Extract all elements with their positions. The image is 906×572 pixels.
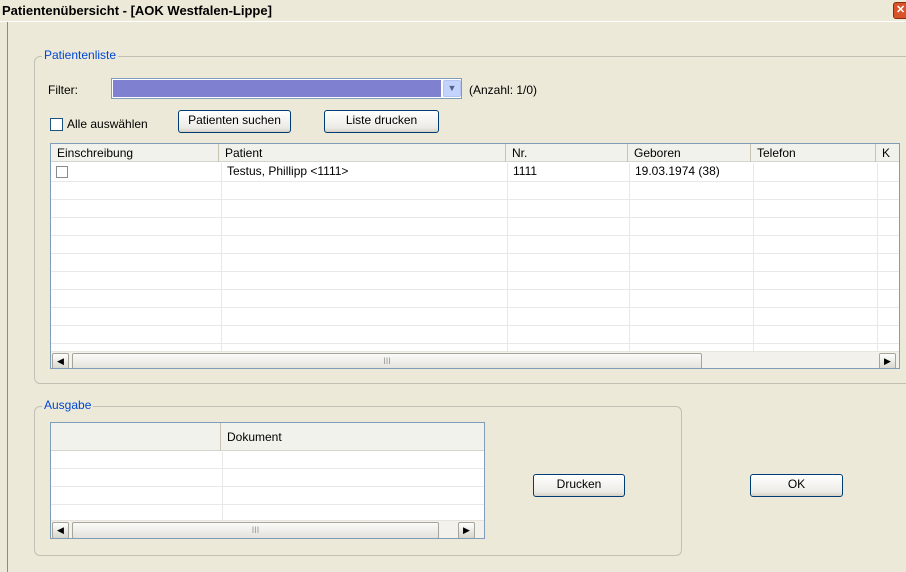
column-telefon[interactable]: Telefon — [751, 144, 876, 162]
grid-line — [753, 163, 754, 351]
scroll-thumb[interactable]: III — [72, 353, 702, 368]
grid-line — [51, 504, 484, 505]
cell-geboren: 19.03.1974 (38) — [635, 164, 720, 178]
grid-line — [51, 289, 899, 290]
grid-line — [51, 199, 899, 200]
filter-select[interactable]: ▼ — [111, 78, 462, 99]
grid-line — [877, 163, 878, 351]
scroll-thumb[interactable]: III — [72, 522, 439, 538]
chevron-down-icon[interactable]: ▼ — [443, 80, 461, 97]
column-einschreibung[interactable]: Einschreibung — [51, 144, 219, 162]
table-row[interactable]: Testus, Phillipp <1111> 1111 19.03.1974 … — [51, 163, 899, 181]
cell-patient: Testus, Phillipp <1111> — [227, 164, 349, 178]
document-list-header: Dokument — [51, 423, 484, 451]
window-frame-left — [0, 22, 8, 572]
filter-label: Filter: — [48, 83, 78, 97]
scroll-left-icon[interactable]: ◀ — [52, 522, 69, 538]
ok-button[interactable]: OK — [750, 474, 843, 497]
document-list-hscrollbar[interactable]: ◀ III ▶ — [51, 520, 484, 538]
scroll-right-icon[interactable]: ▶ — [879, 353, 896, 368]
grid-line — [51, 468, 484, 469]
grid-line — [51, 325, 899, 326]
enrollment-checkbox[interactable] — [56, 166, 68, 178]
grid-line — [51, 271, 899, 272]
column-nr[interactable]: Nr. — [506, 144, 628, 162]
grid-line — [51, 235, 899, 236]
grid-line — [507, 163, 508, 351]
grid-line — [51, 343, 899, 344]
window-title: Patientenübersicht - [AOK Westfalen-Lipp… — [2, 3, 272, 18]
column-k[interactable]: K — [876, 144, 899, 162]
grid-line — [51, 307, 899, 308]
grid-line — [51, 181, 899, 182]
grid-line — [629, 163, 630, 351]
grid-line — [51, 253, 899, 254]
document-list[interactable]: Dokument ◀ III ▶ — [50, 422, 485, 539]
patientenliste-group-label: Patientenliste — [42, 48, 119, 62]
select-all-label: Alle auswählen — [67, 117, 148, 131]
search-patients-button[interactable]: Patienten suchen — [178, 110, 291, 133]
grid-line — [51, 486, 484, 487]
patient-list-header: Einschreibung Patient Nr. Geboren Telefo… — [51, 144, 899, 162]
column-dokument[interactable]: Dokument — [221, 423, 484, 451]
patient-list-hscrollbar[interactable]: ◀ III ▶ — [51, 351, 899, 368]
column-blank[interactable] — [51, 423, 221, 451]
filter-selected-value — [113, 80, 441, 97]
print-list-button[interactable]: Liste drucken — [324, 110, 439, 133]
select-all-checkbox[interactable] — [50, 118, 63, 131]
ausgabe-group-label: Ausgabe — [42, 398, 94, 412]
grid-line — [51, 217, 899, 218]
grid-line — [221, 163, 222, 351]
patient-list[interactable]: Einschreibung Patient Nr. Geboren Telefo… — [50, 143, 900, 369]
column-patient[interactable]: Patient — [219, 144, 506, 162]
print-button[interactable]: Drucken — [533, 474, 625, 497]
count-text: (Anzahl: 1/0) — [469, 83, 538, 97]
scroll-left-icon[interactable]: ◀ — [52, 353, 69, 368]
cell-nr: 1111 — [513, 164, 538, 178]
column-geboren[interactable]: Geboren — [628, 144, 751, 162]
title-bar: Patientenübersicht - [AOK Westfalen-Lipp… — [0, 0, 906, 22]
close-icon[interactable]: ✕ — [893, 2, 906, 19]
scroll-right-icon[interactable]: ▶ — [458, 522, 475, 538]
